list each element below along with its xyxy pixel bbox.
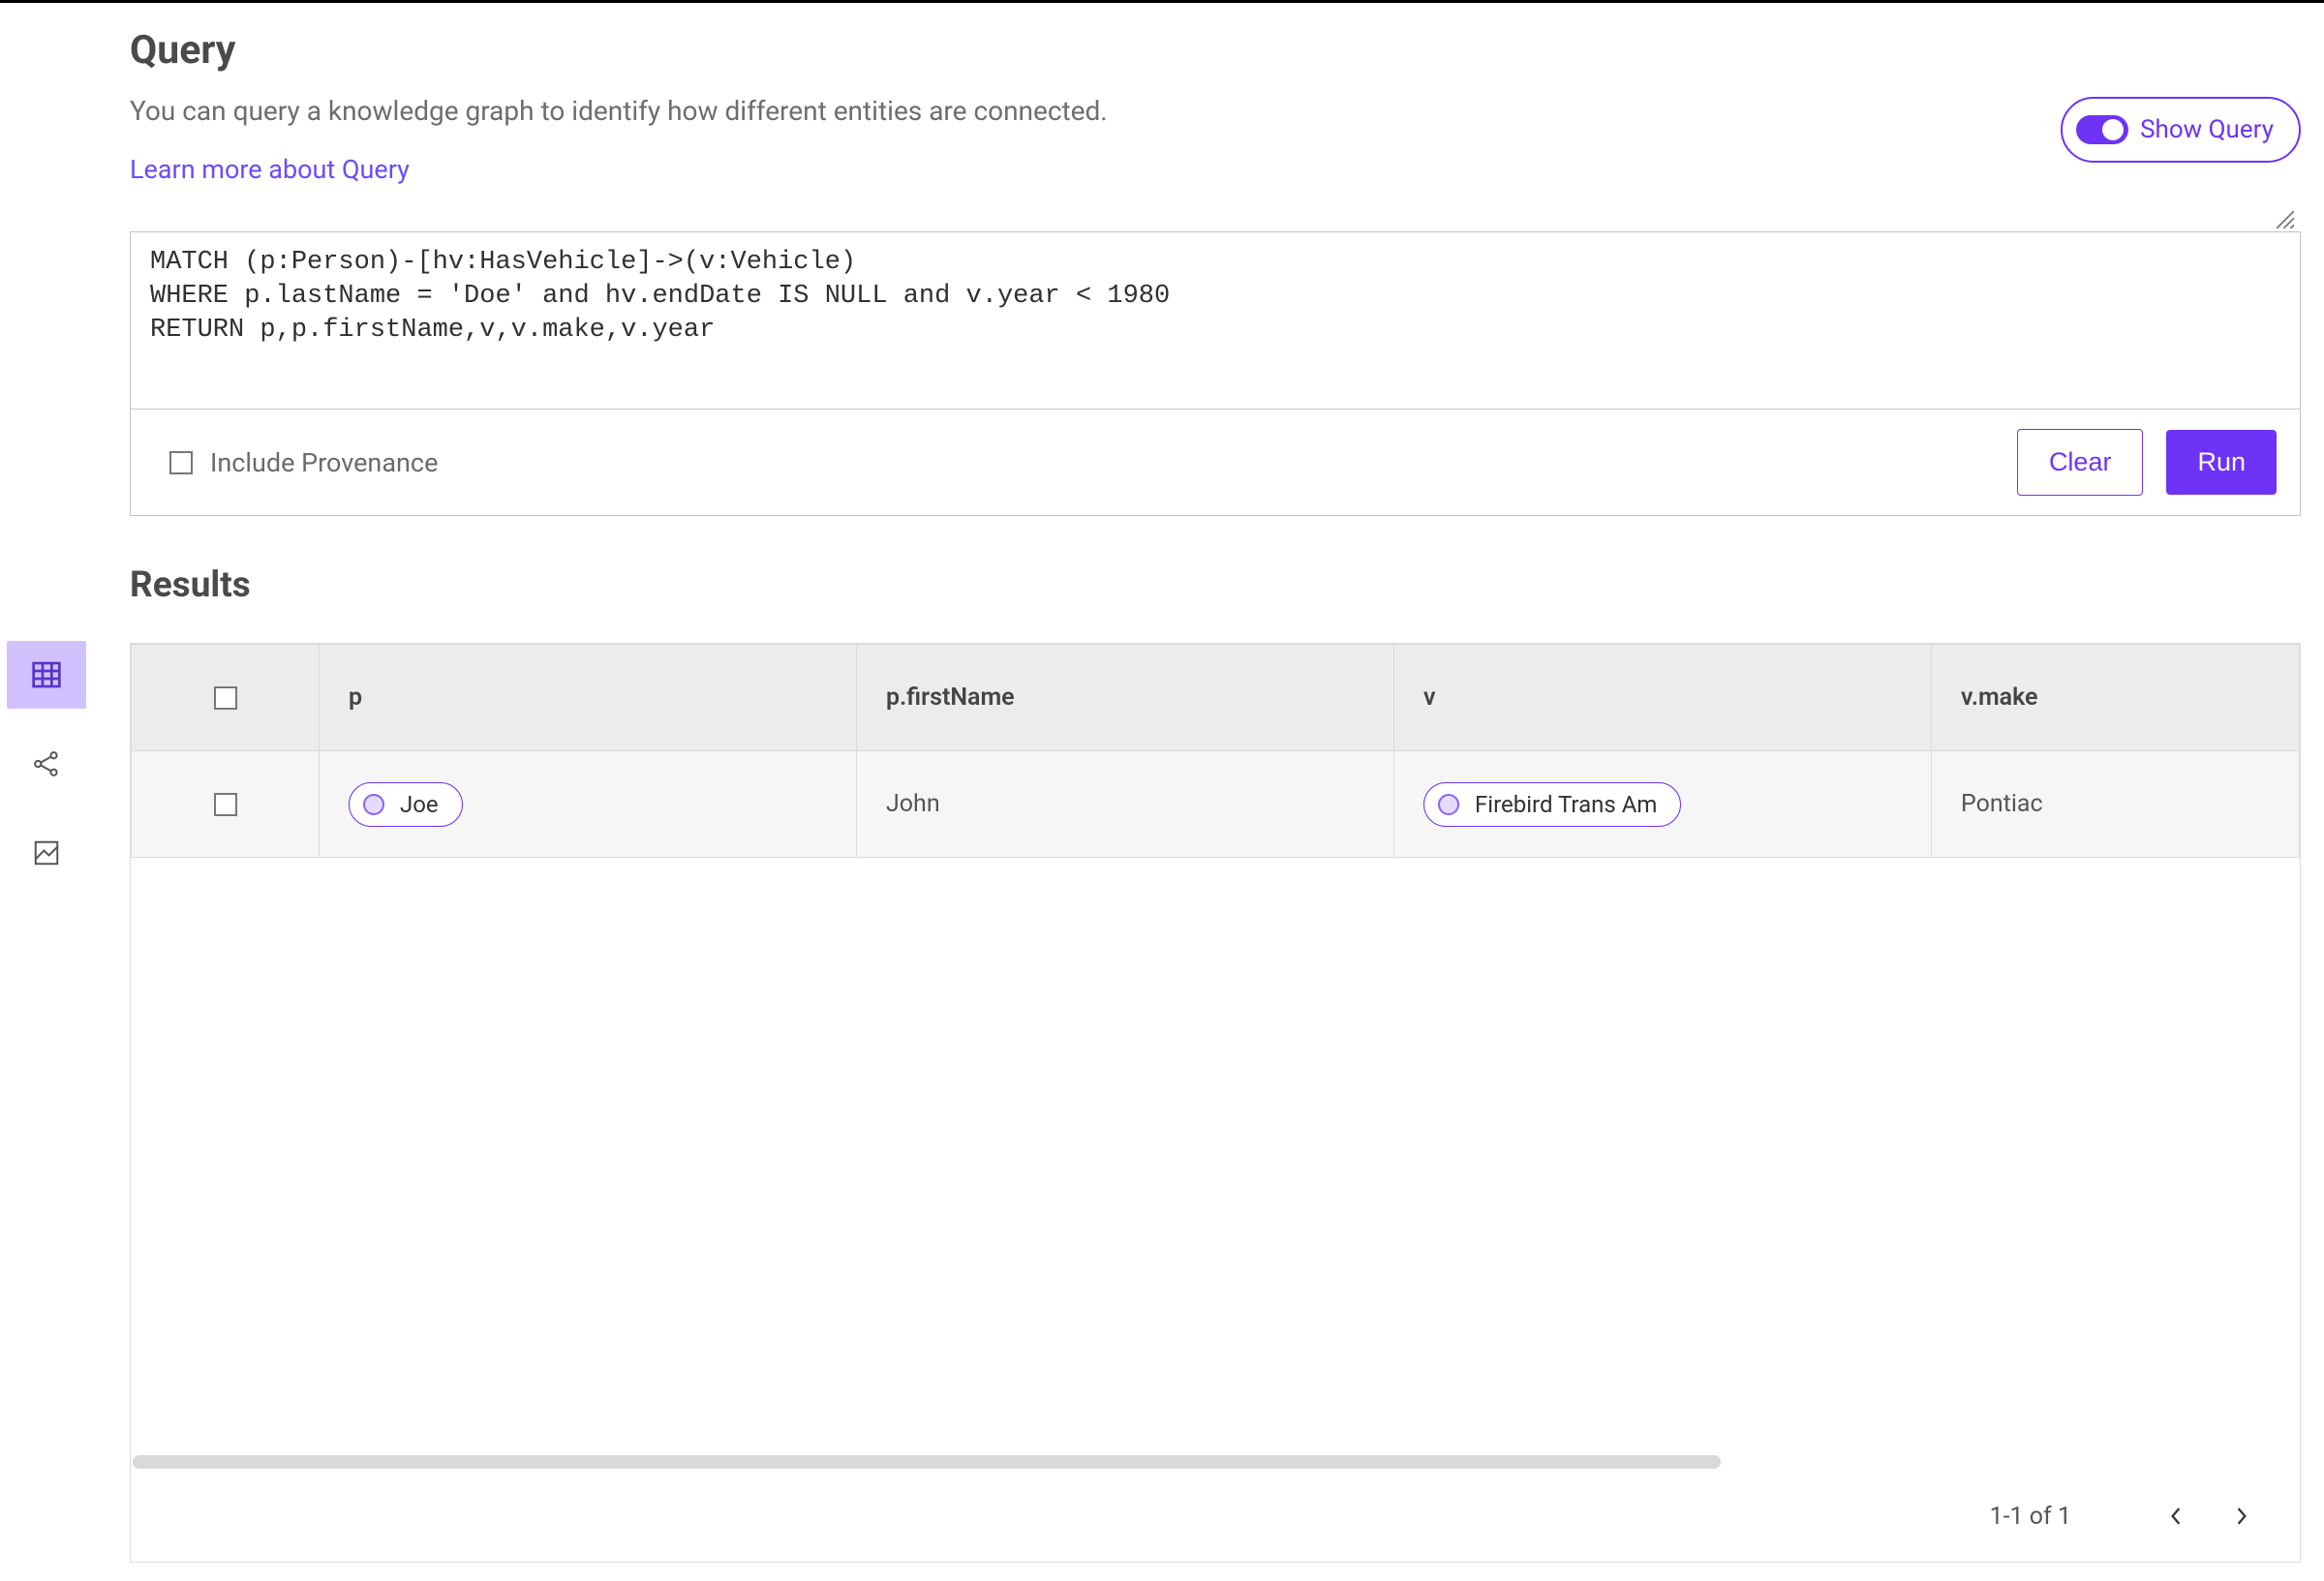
clear-button[interactable]: Clear <box>2017 429 2144 496</box>
image-icon <box>32 838 61 867</box>
page-title: Query <box>130 27 2301 74</box>
results-panel: p p.firstName v v.make Joe <box>130 643 2301 1563</box>
cell-firstname: John <box>857 751 1394 858</box>
results-table-scroll[interactable]: p p.firstName v v.make Joe <box>131 644 2300 1453</box>
results-title: Results <box>130 564 2301 606</box>
entity-chip-person[interactable]: Joe <box>349 782 463 827</box>
select-all-header <box>132 645 320 751</box>
learn-more-link[interactable]: Learn more about Query <box>130 154 410 185</box>
page-subtitle: You can query a knowledge graph to ident… <box>130 95 2301 127</box>
chevron-right-icon <box>2233 1507 2250 1525</box>
show-query-label: Show Query <box>2140 115 2274 144</box>
table-header-row: p p.firstName v v.make <box>132 645 2300 751</box>
row-select-cell <box>132 751 320 858</box>
cell-v: Firebird Trans Am <box>1394 751 1932 858</box>
run-button[interactable]: Run <box>2166 430 2277 495</box>
resize-grip-icon[interactable] <box>2277 211 2294 228</box>
column-header-make[interactable]: v.make <box>1932 645 2300 751</box>
window-top-border <box>0 0 2324 3</box>
include-provenance-label: Include Provenance <box>210 447 438 478</box>
graph-icon <box>32 749 61 778</box>
entity-dot-icon <box>1438 794 1459 815</box>
results-table: p p.firstName v v.make Joe <box>131 644 2300 858</box>
entity-chip-vehicle[interactable]: Firebird Trans Am <box>1423 782 1681 827</box>
entity-dot-icon <box>363 794 384 815</box>
column-header-p[interactable]: p <box>320 645 857 751</box>
query-action-bar: Include Provenance Clear Run <box>131 409 2300 515</box>
table-icon <box>31 659 62 690</box>
table-view-tab[interactable] <box>7 641 86 709</box>
results-view-sidebar <box>0 641 93 908</box>
entity-chip-label: Firebird Trans Am <box>1475 791 1657 818</box>
chevron-left-icon <box>2167 1507 2185 1525</box>
horizontal-scroll-thumb[interactable] <box>133 1455 1721 1469</box>
include-provenance-checkbox[interactable] <box>169 451 193 474</box>
chart-view-tab[interactable] <box>7 819 86 887</box>
pagination-bar: 1-1 of 1 <box>131 1471 2300 1562</box>
pagination-next-button[interactable] <box>2222 1497 2261 1535</box>
column-header-v[interactable]: v <box>1394 645 1932 751</box>
cell-make: Pontiac <box>1932 751 2300 858</box>
entity-chip-label: Joe <box>400 791 439 818</box>
query-panel: Include Provenance Clear Run <box>130 231 2301 516</box>
cell-p: Joe <box>320 751 857 858</box>
graph-view-tab[interactable] <box>7 730 86 798</box>
column-header-firstname[interactable]: p.firstName <box>857 645 1394 751</box>
pagination-status: 1-1 of 1 <box>1990 1503 2071 1531</box>
select-all-checkbox[interactable] <box>214 686 237 710</box>
show-query-toggle[interactable]: Show Query <box>2061 97 2301 163</box>
toggle-switch-icon <box>2076 115 2128 144</box>
query-input[interactable] <box>131 232 2300 405</box>
row-select-checkbox[interactable] <box>214 793 237 816</box>
table-row: Joe John Firebird Trans Am Pontiac <box>132 751 2300 858</box>
horizontal-scrollbar[interactable] <box>131 1453 2300 1471</box>
pagination-prev-button[interactable] <box>2156 1497 2195 1535</box>
